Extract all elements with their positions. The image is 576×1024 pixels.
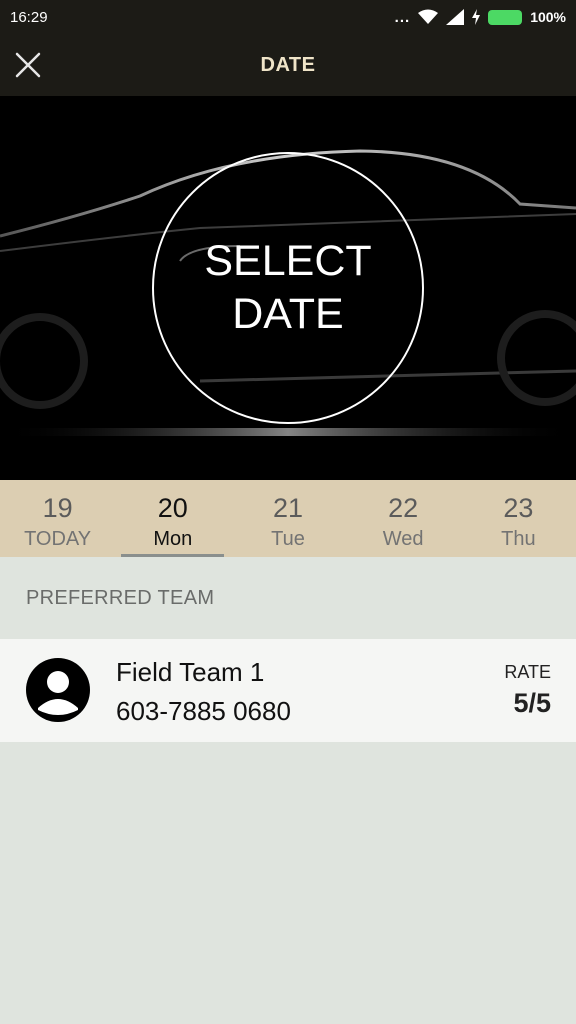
battery-level: 100% xyxy=(530,9,566,25)
status-icons: ... 100% xyxy=(395,9,566,26)
date-number: 22 xyxy=(388,493,419,523)
team-phone: 603-7885 0680 xyxy=(116,696,291,726)
date-weekday: Wed xyxy=(382,528,424,550)
date-number: 19 xyxy=(42,493,73,523)
battery-icon xyxy=(488,9,523,25)
wifi-icon xyxy=(418,9,439,24)
date-number: 20 xyxy=(157,493,188,523)
date-strip: 19 TODAY 20 Mon 21 Tue 22 Wed 23 Thu xyxy=(0,480,576,557)
hero-banner: SELECT DATE xyxy=(0,96,576,480)
charging-icon xyxy=(472,9,481,25)
rate-value: 5/5 xyxy=(513,688,551,718)
date-item-21[interactable]: 21 Tue xyxy=(230,480,345,557)
date-item-22[interactable]: 22 Wed xyxy=(346,480,461,557)
date-weekday: Tue xyxy=(271,528,305,550)
date-item-23[interactable]: 23 Thu xyxy=(461,480,576,557)
team-name: Field Team 1 xyxy=(116,657,265,687)
status-time: 16:29 xyxy=(10,8,48,26)
select-date-label: SELECT DATE xyxy=(204,237,372,338)
date-weekday: TODAY xyxy=(24,528,92,550)
page-title: DATE xyxy=(260,53,316,76)
close-icon[interactable] xyxy=(14,51,42,79)
date-weekday: Thu xyxy=(501,528,536,550)
rate-label: RATE xyxy=(504,662,551,682)
person-avatar-icon xyxy=(26,658,90,722)
more-dots: ... xyxy=(394,8,411,26)
date-item-20[interactable]: 20 Mon xyxy=(115,480,230,557)
signal-icon xyxy=(446,9,465,25)
app-bar: DATE xyxy=(0,34,576,96)
date-number: 21 xyxy=(272,493,303,523)
select-date-button[interactable]: SELECT DATE xyxy=(152,152,424,424)
date-number: 23 xyxy=(503,493,534,523)
team-list-item[interactable]: Field Team 1 603-7885 0680 RATE 5/5 xyxy=(0,639,576,742)
date-weekday: Mon xyxy=(153,528,193,550)
date-item-19[interactable]: 19 TODAY xyxy=(0,480,115,557)
section-title: PREFERRED TEAM xyxy=(26,587,215,609)
status-bar: 16:29 ... 100% xyxy=(0,0,576,34)
